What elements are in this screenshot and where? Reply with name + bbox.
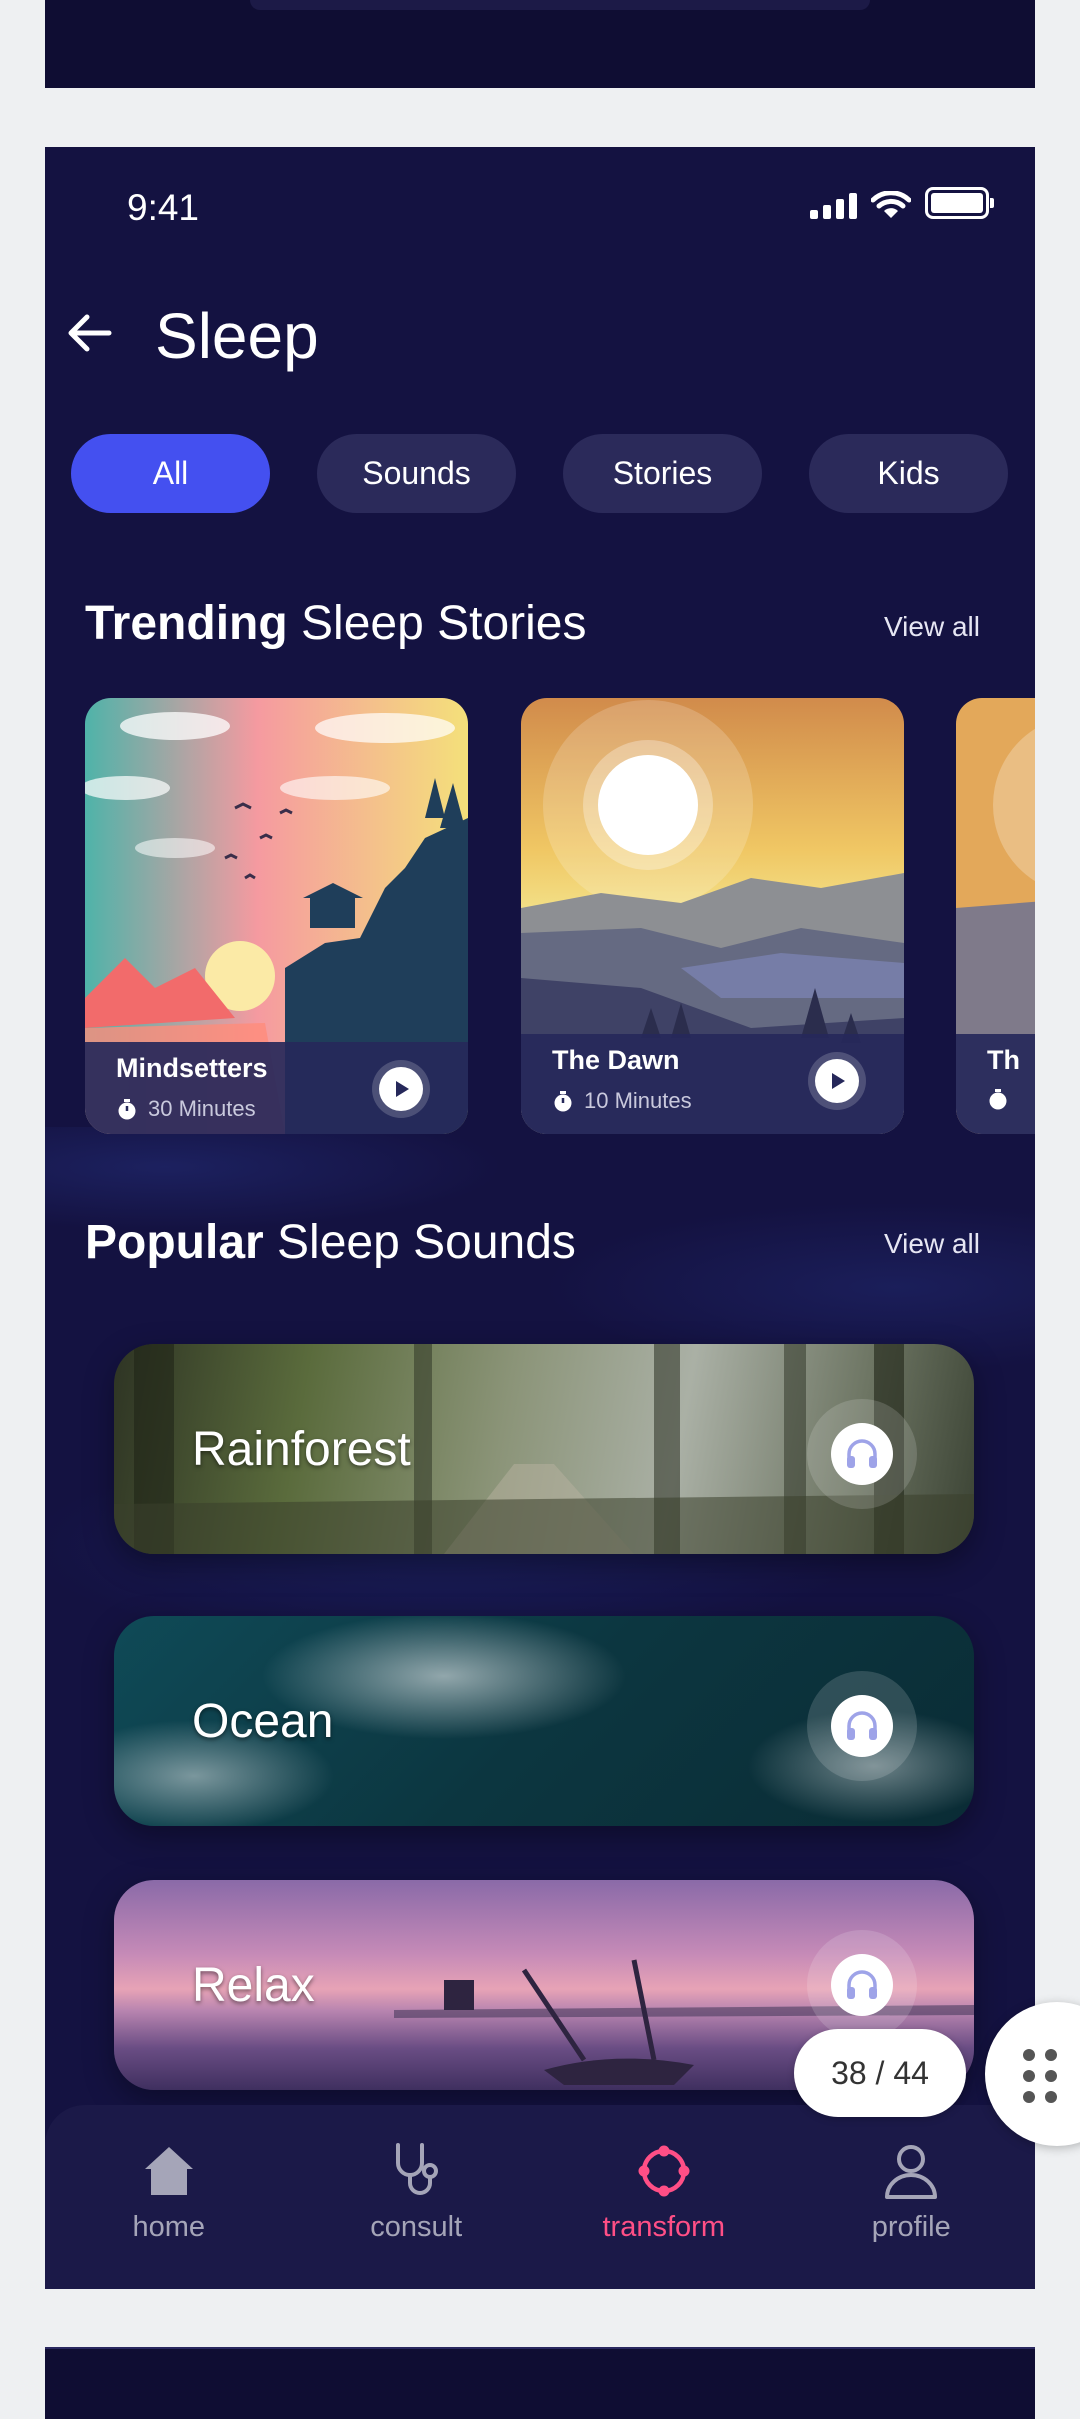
nav-label: home	[132, 2211, 206, 2243]
battery-icon	[925, 187, 994, 219]
previous-screen-card	[45, 0, 1035, 88]
stopwatch-icon	[554, 1091, 572, 1112]
play-button[interactable]	[372, 1060, 430, 1118]
transform-icon	[638, 2145, 690, 2197]
play-icon	[396, 1081, 409, 1097]
play-button[interactable]	[808, 1052, 866, 1110]
sound-label: Ocean	[192, 1695, 334, 1748]
profile-icon	[885, 2145, 938, 2199]
bottom-navigation: home consult transform profile	[45, 2105, 1035, 2289]
stopwatch-icon	[989, 1089, 1007, 1110]
story-title: Mindsetters	[116, 1053, 268, 1083]
popular-title-bold: Popular	[85, 1216, 264, 1269]
category-chips: All Sounds Stories Kids	[71, 434, 1008, 513]
back-arrow-icon[interactable]	[63, 307, 115, 359]
story-duration	[987, 1088, 1009, 1110]
sleep-screen: 9:41 Sleep All Sounds Stories Kids Trend…	[45, 147, 1035, 2289]
story-duration-text: 10 Minutes	[584, 1088, 692, 1113]
story-info: Th	[956, 1034, 1035, 1134]
story-duration: 10 Minutes	[552, 1088, 692, 1114]
story-card-partial[interactable]: Th	[956, 698, 1035, 1134]
nav-label: consult	[370, 2211, 463, 2243]
nav-transform[interactable]: transform	[540, 2105, 788, 2289]
nav-home[interactable]: home	[45, 2105, 293, 2289]
stopwatch-icon	[118, 1099, 136, 1120]
chip-all[interactable]: All	[71, 434, 270, 513]
listen-button[interactable]	[807, 1671, 917, 1781]
chip-sounds[interactable]: Sounds	[317, 434, 516, 513]
trending-title-rest: Sleep Stories	[287, 597, 587, 650]
nav-label: profile	[871, 2211, 951, 2243]
headphones-icon	[847, 1711, 877, 1740]
story-title: Th	[987, 1045, 1020, 1075]
stethoscope-icon	[396, 2143, 439, 2195]
drag-dots-icon	[1023, 2049, 1057, 2103]
story-duration-text: 30 Minutes	[148, 1096, 256, 1121]
signal-icon	[810, 191, 857, 219]
popular-section-title: Popular Sleep Sounds	[85, 1215, 576, 1270]
story-info: The Dawn 10 Minutes	[521, 1034, 904, 1134]
sound-label: Relax	[192, 1959, 315, 2012]
nav-consult[interactable]: consult	[293, 2105, 541, 2289]
trending-section-title: Trending Sleep Stories	[85, 596, 587, 651]
page-indicator: 38 / 44	[794, 2029, 966, 2117]
headphones-icon	[847, 1970, 877, 1999]
headphones-icon	[847, 1439, 877, 1468]
trending-title-bold: Trending	[85, 597, 288, 650]
story-card-mindsetters[interactable]: Mindsetters 30 Minutes	[85, 698, 468, 1134]
home-icon	[144, 2147, 193, 2195]
previous-screen-bar	[250, 0, 870, 10]
status-icons	[810, 187, 994, 219]
sound-card-rainforest[interactable]: Rainforest	[114, 1344, 974, 1554]
page-title: Sleep	[155, 300, 319, 372]
nav-profile[interactable]: profile	[788, 2105, 1036, 2289]
sound-card-ocean[interactable]: Ocean	[114, 1616, 974, 1826]
chip-kids[interactable]: Kids	[809, 434, 1008, 513]
chip-stories[interactable]: Stories	[563, 434, 762, 513]
next-screen-card	[45, 2347, 1035, 2419]
story-title: The Dawn	[552, 1045, 680, 1075]
status-time: 9:41	[127, 187, 200, 228]
play-icon	[832, 1073, 845, 1089]
listen-button[interactable]	[807, 1930, 917, 2040]
sound-label: Rainforest	[192, 1423, 411, 1476]
wifi-icon	[871, 191, 911, 218]
nav-label: transform	[602, 2211, 725, 2243]
popular-title-rest: Sleep Sounds	[263, 1216, 576, 1269]
popular-view-all-link[interactable]: View all	[884, 1228, 980, 1260]
trending-view-all-link[interactable]: View all	[884, 611, 980, 643]
story-duration: 30 Minutes	[116, 1096, 256, 1122]
story-card-the-dawn[interactable]: The Dawn 10 Minutes	[521, 698, 904, 1134]
story-info: Mindsetters 30 Minutes	[85, 1042, 468, 1134]
listen-button[interactable]	[807, 1399, 917, 1509]
